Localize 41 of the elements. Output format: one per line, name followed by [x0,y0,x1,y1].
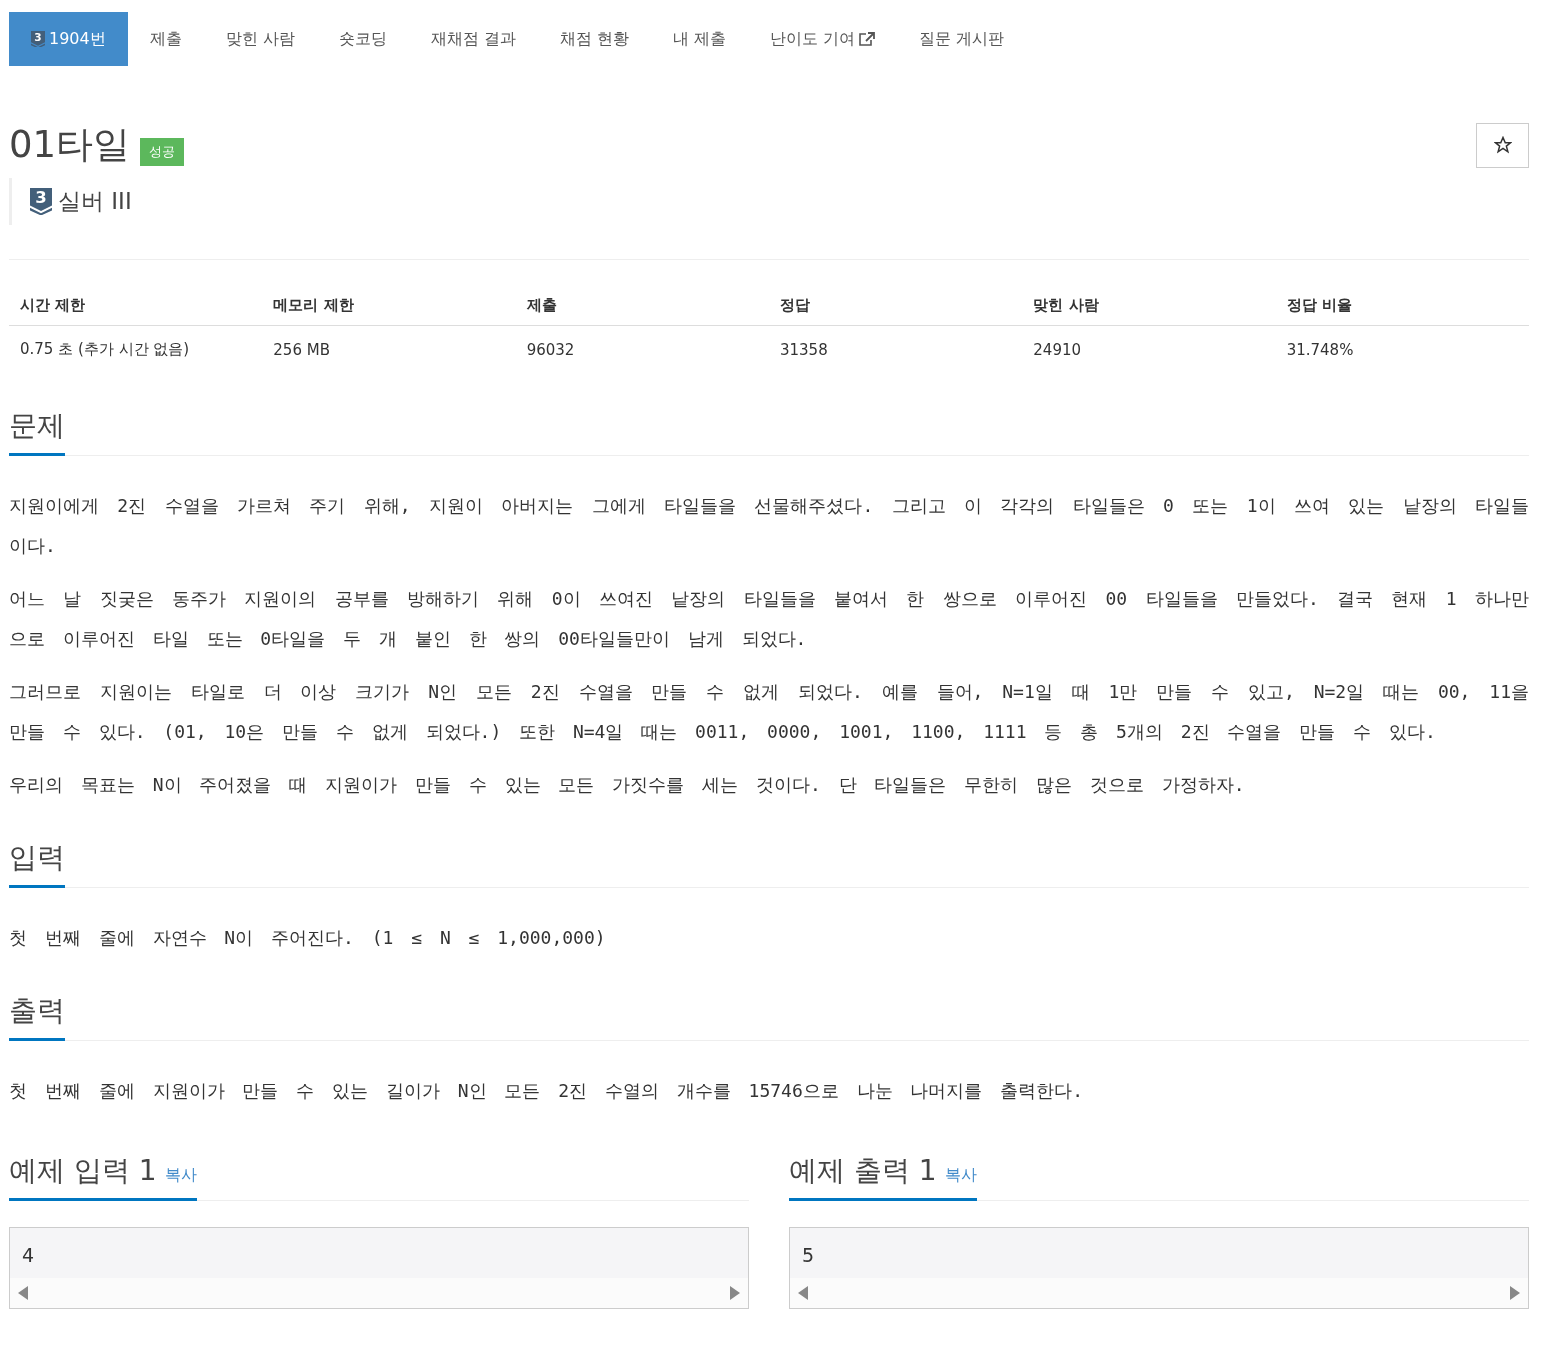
paragraph: 그러므로 지원이는 타일로 더 이상 크기가 N인 모든 2진 수열을 만들 수 없게 되었다. 예를 들어, N=1일 때 1만 만들 수 있고, N=2일 때는 00, 11을 만들 수 있다. (01, 10은 만들 수 없게 되었다.) 또한 N=4일 때는 0011, 0000, 1001, 1100, 1111 등 총 5개의 2진 수열을 만들 수 있다. [9,680,1529,744]
nav-tab[interactable]: 3 1904번 [9,12,128,66]
problem-title: 01타일 [9,122,131,168]
sample-value: 4 [21,1243,36,1268]
copy-link[interactable]: 복사 [944,1165,977,1186]
column-header: 정답 비율 [1275,286,1529,326]
nav-tab[interactable]: 채점 현황 [537,12,651,66]
column-header: 제출 [515,286,769,326]
column-header: 정답 [769,286,1023,326]
section-heading: 출력 [9,992,65,1041]
column-header: 시간 제한 [9,286,263,326]
nav-tab[interactable]: 난이도 기여 [748,12,898,66]
nav-tab[interactable]: 숏코딩 [316,12,409,66]
copy-link[interactable]: 복사 [164,1165,197,1186]
paragraph: 어느 날 짓궂은 동주가 지원이의 공부를 방해하기 위해 0이 쓰여진 낱장의 타일들을 붙여서 한 쌍으로 이루어진 00 타일들을 만들었다. 결국 현재 1 하나만으로 이루어진 타일 또는 0타일을 두 개 붙인 한 쌍의 00타일들만이 남게 되었다. [9,587,1529,651]
section-heading: 문제 [9,407,65,456]
table-cell: 24910 [1022,325,1276,373]
table-cell: 256 MB [262,325,516,373]
table-cell: 31.748% [1275,325,1529,373]
nav-tab[interactable]: 질문 게시판 [897,12,1027,66]
table-cell: 31358 [769,325,1023,373]
nav-tab[interactable]: 재채점 결과 [408,12,538,66]
paragraph: 첫 번째 줄에 자연수 N이 주어진다. (1 ≤ N ≤ 1,000,000) [9,926,607,950]
tier-label: 실버 III [58,187,132,216]
nav-tab[interactable]: 맞힌 사람 [203,12,317,66]
table-cell: 0.75 초 (추가 시간 없음) [9,325,263,373]
paragraph: 우리의 목표는 N이 주어졌을 때 지원이가 만들 수 있는 모든 가짓수를 세는 것이다. 단 타일들은 무한히 많은 것으로 가정하자. [9,773,1246,797]
nav-tab[interactable]: 제출 [127,12,204,66]
sample-heading: 예제 입력 1 [9,1153,157,1189]
table-cell: 96032 [515,325,769,373]
result-badge: 성공 [140,138,185,166]
paragraph: 첫 번째 줄에 지원이가 만들 수 있는 길이가 N인 모든 2진 수열의 개수를 15746으로 나눈 나머지를 출력한다. [9,1079,1085,1103]
sample-value: 5 [801,1243,816,1268]
section-heading: 입력 [9,839,65,888]
paragraph: 지원이에게 2진 수열을 가르쳐 주기 위해, 지원이 아버지는 그에게 타일들을 선물해주셨다. 그리고 이 각각의 타일들은 0 또는 1이 쓰여 있는 낱장의 타일들이다. [9,494,1529,558]
tier-badge: 3 [31,30,45,48]
column-header: 맞힌 사람 [1022,286,1276,326]
sample-heading: 예제 출력 1 [789,1153,937,1189]
tier-badge: 3 [30,188,52,215]
nav-tab[interactable]: 내 제출 [651,12,749,66]
column-header: 메모리 제한 [262,286,516,326]
